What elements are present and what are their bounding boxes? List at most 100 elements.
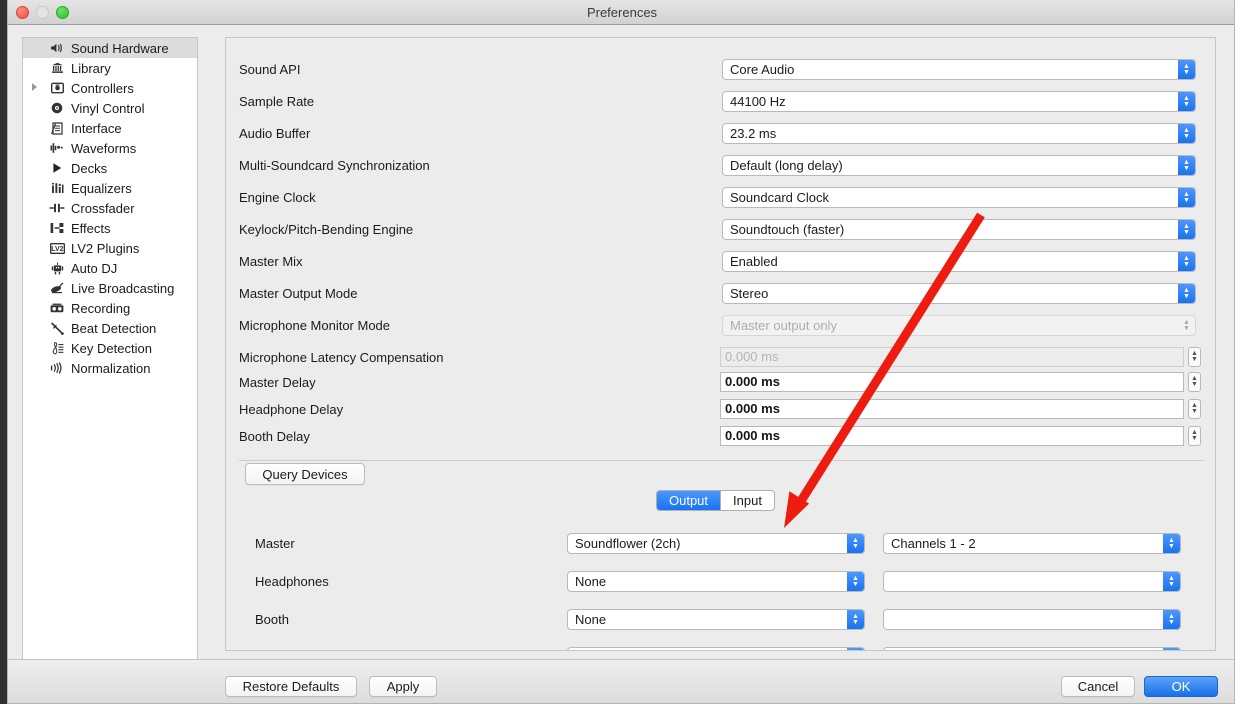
setting-value: Core Audio [730, 62, 795, 77]
sidebar-item-decks[interactable]: Decks [23, 158, 197, 178]
device-row: Master Soundflower (2ch) ▲ ▼ Channels 1 - 2 ▲… [226, 525, 1215, 563]
channel-select[interactable]: ▲▼ [883, 647, 1181, 650]
sidebar-item-label: Interface [71, 120, 122, 136]
robot-icon [47, 262, 67, 275]
effects-icon [47, 222, 67, 234]
chevron-updown-icon[interactable]: ▲▼ [1163, 648, 1180, 650]
sidebar-item-auto-dj[interactable]: Auto DJ [23, 258, 197, 278]
device-select[interactable]: None ▲▼ [567, 609, 865, 630]
output-input-tabs[interactable]: Output Input [656, 490, 775, 511]
sound-hardware-panel: Sound API Core Audio ▲ ▼ Sample Rate 44100 Hz… [225, 37, 1216, 651]
device-select[interactable]: Soundflower (2ch) ▲ ▼ [567, 533, 865, 554]
sidebar-item-label: Crossfader [71, 200, 135, 216]
chevron-updown-icon[interactable]: ▲▼ [847, 534, 864, 553]
cancel-button[interactable]: Cancel [1061, 676, 1135, 697]
chevron-updown-icon[interactable]: ▲▼ [1178, 316, 1195, 335]
sidebar-item-beat-detection[interactable]: Beat Detection [23, 318, 197, 338]
setting-value: 23.2 ms [730, 126, 777, 141]
device-select-value: None [575, 574, 607, 589]
device-label: Master [255, 536, 295, 551]
setting-row: Sound API Core Audio ▲ ▼ [226, 54, 1215, 86]
setting-select[interactable]: Default (long delay) ▲ ▼ [722, 155, 1196, 176]
query-devices-button[interactable]: Query Devices [245, 463, 365, 485]
chevron-updown-icon[interactable]: ▲▼ [1163, 534, 1180, 553]
sidebar-item-interface[interactable]: Interface [23, 118, 197, 138]
setting-select[interactable]: Stereo ▲ ▼ [722, 283, 1196, 304]
setting-select[interactable]: Soundtouch (faster) ▲ ▼ [722, 219, 1196, 240]
device-select-value: None [575, 612, 607, 627]
chevron-updown-icon[interactable]: ▲▼ [1178, 92, 1195, 111]
setting-select[interactable]: Enabled ▲ ▼ [722, 251, 1196, 272]
setting-select[interactable]: Soundcard Clock ▲ ▼ [722, 187, 1196, 208]
chevron-updown-icon[interactable]: ▲▼ [1178, 124, 1195, 143]
preferences-sidebar[interactable]: Sound Hardware Library Controllers Vinyl Co… [22, 37, 198, 703]
setting-select[interactable]: 23.2 ms ▲ ▼ [722, 123, 1196, 144]
ok-button[interactable]: OK [1144, 676, 1218, 697]
setting-row: Booth Delay 0.000 ms ▲ ▼ [226, 421, 1215, 453]
setting-label: Master Output Mode [239, 286, 358, 301]
stepper-buttons[interactable]: ▲ ▼ [1188, 399, 1201, 419]
sidebar-item-equalizers[interactable]: Equalizers [23, 178, 197, 198]
chevron-updown-icon[interactable]: ▲▼ [1178, 156, 1195, 175]
setting-number-input[interactable]: 0.000 ms [720, 426, 1184, 446]
device-select[interactable]: None ▲▼ [567, 571, 865, 592]
chevron-updown-icon[interactable]: ▲▼ [1178, 220, 1195, 239]
restore-defaults-button[interactable]: Restore Defaults [225, 676, 357, 697]
crossfader-icon [47, 202, 67, 214]
sidebar-item-crossfader[interactable]: Crossfader [23, 198, 197, 218]
chevron-updown-icon[interactable]: ▲▼ [847, 572, 864, 591]
stepper-buttons[interactable]: ▲ ▼ [1188, 426, 1201, 446]
chevron-updown-icon[interactable]: ▲▼ [1163, 572, 1180, 591]
chevron-updown-icon[interactable]: ▲▼ [847, 610, 864, 629]
preferences-window: Preferences Sound Hardware Library Control… [7, 0, 1235, 704]
channel-select[interactable]: ▲▼ [883, 571, 1181, 592]
channel-select[interactable]: Channels 1 - 2 ▲ ▼ [883, 533, 1181, 554]
sidebar-item-vinyl-control[interactable]: Vinyl Control [23, 98, 197, 118]
setting-select[interactable]: 44100 Hz ▲ ▼ [722, 91, 1196, 112]
setting-value: Enabled [730, 254, 778, 269]
setting-number-input[interactable]: 0.000 ms [720, 372, 1184, 392]
apply-button[interactable]: Apply [369, 676, 437, 697]
beat-detection-icon [47, 321, 67, 335]
sidebar-item-library[interactable]: Library [23, 58, 197, 78]
setting-label: Keylock/Pitch-Bending Engine [239, 222, 414, 237]
sidebar-item-effects[interactable]: Effects [23, 218, 197, 238]
channel-select[interactable]: ▲▼ [883, 609, 1181, 630]
chevron-updown-icon[interactable]: ▲▼ [1178, 60, 1195, 79]
sidebar-item-recording[interactable]: Recording [23, 298, 197, 318]
channel-select-value: Channels 1 - 2 [891, 536, 976, 551]
setting-label: Multi-Soundcard Synchronization [239, 158, 430, 173]
sidebar-item-label: Waveforms [71, 140, 137, 156]
setting-row: Sample Rate 44100 Hz ▲ ▼ [226, 86, 1215, 118]
sidebar-item-normalization[interactable]: Normalization [23, 358, 197, 378]
setting-number-input[interactable]: 0.000 ms [720, 399, 1184, 419]
setting-select[interactable]: Core Audio ▲ ▼ [722, 59, 1196, 80]
chevron-updown-icon[interactable]: ▲▼ [1178, 252, 1195, 271]
stepper-buttons[interactable]: ▲ ▼ [1188, 372, 1201, 392]
chevron-updown-icon[interactable]: ▲▼ [1163, 610, 1180, 629]
sidebar-item-label: LV2 Plugins [71, 240, 140, 256]
normalization-icon [47, 362, 67, 374]
chevron-updown-icon[interactable]: ▲▼ [1178, 284, 1195, 303]
setting-row: Engine Clock Soundcard Clock ▲ ▼ [226, 182, 1215, 214]
sidebar-item-controllers[interactable]: Controllers [23, 78, 197, 98]
sidebar-item-waveforms[interactable]: Waveforms [23, 138, 197, 158]
lv2-icon: LV2 [47, 242, 67, 254]
setting-row: Audio Buffer 23.2 ms ▲ ▼ [226, 118, 1215, 150]
sidebar-item-live-broadcasting[interactable]: Live Broadcasting [23, 278, 197, 298]
chevron-updown-icon[interactable]: ▲▼ [1178, 188, 1195, 207]
setting-value: 0.000 ms [725, 374, 780, 389]
sidebar-item-key-detection[interactable]: Key Detection [23, 338, 197, 358]
device-select-value: Soundflower (2ch) [575, 536, 681, 551]
tab-input[interactable]: Input [720, 491, 774, 510]
setting-label: Audio Buffer [239, 126, 311, 141]
sidebar-item-lv2-plugins[interactable]: LV2 LV2 Plugins [23, 238, 197, 258]
chevron-updown-icon[interactable]: ▲▼ [847, 648, 864, 650]
sidebar-item-sound-hardware[interactable]: Sound Hardware [23, 38, 197, 58]
device-label: Left Bus [255, 639, 303, 650]
window-title: Preferences [586, 5, 658, 20]
device-select[interactable]: None ▲▼ [567, 647, 865, 650]
disclosure-triangle-icon[interactable] [32, 83, 37, 91]
tab-output[interactable]: Output [657, 491, 721, 510]
setting-value: Soundcard Clock [730, 190, 829, 205]
